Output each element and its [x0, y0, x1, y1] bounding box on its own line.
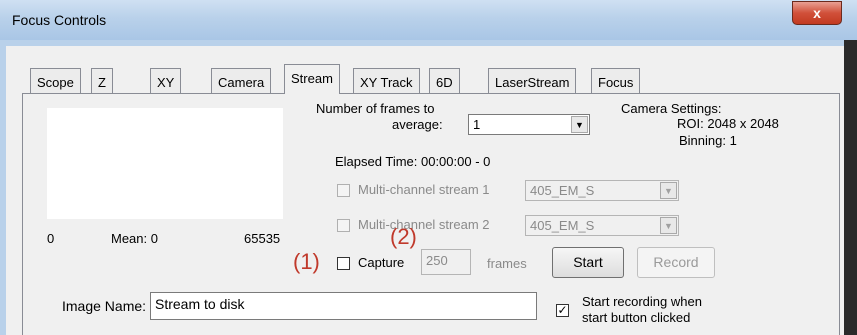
frames-average-value: 1 [473, 117, 481, 132]
capture-frames-input[interactable]: 250 [421, 249, 471, 275]
histogram-max: 65535 [244, 231, 281, 246]
tab-label: LaserStream [495, 75, 570, 90]
tab-label: Focus [598, 75, 634, 90]
annotation-1: (1) [293, 249, 320, 274]
start-button[interactable]: Start [552, 247, 624, 278]
record-button[interactable]: Record [637, 247, 715, 278]
histogram-mean: Mean: 0 [111, 231, 158, 246]
start-recording-line2: start button clicked [582, 310, 691, 325]
camera-binning: Binning: 1 [679, 133, 737, 148]
chevron-down-icon[interactable]: ▼ [660, 217, 677, 234]
chevron-down-icon[interactable]: ▼ [571, 116, 588, 133]
tab-label: Camera [218, 75, 265, 90]
tab-scope[interactable]: Scope [30, 68, 81, 94]
tab-label: XY [157, 75, 175, 90]
tab-label: XY Track [360, 75, 413, 90]
window-title: Focus Controls [12, 12, 107, 28]
tab-laserstream[interactable]: LaserStream [488, 68, 577, 94]
tab-label: Stream [291, 71, 333, 86]
close-button[interactable]: x [792, 1, 842, 25]
title-bar[interactable]: Focus Controls x [0, 0, 857, 41]
multi-channel-2-value: 405_EM_S [530, 218, 595, 233]
window-edge [844, 40, 857, 335]
multi-channel-2-checkbox[interactable] [337, 219, 350, 232]
multi-channel-1-select[interactable]: 405_EM_S ▼ [525, 180, 679, 201]
tab-label: Scope [37, 75, 74, 90]
tab-focus[interactable]: Focus [591, 68, 641, 94]
multi-channel-1-value: 405_EM_S [530, 183, 595, 198]
chevron-down-icon[interactable]: ▼ [660, 182, 677, 199]
tab-xy[interactable]: XY [150, 68, 182, 94]
camera-roi: ROI: 2048 x 2048 [677, 116, 779, 131]
annotation-2: (2) [390, 224, 417, 249]
focus-controls-window: Focus Controls x Scope Z XY Camera Strea… [0, 0, 857, 335]
start-recording-line1: Start recording when [582, 294, 702, 309]
multi-channel-1-label: Multi-channel stream 1 [358, 182, 490, 197]
capture-checkbox[interactable] [337, 257, 350, 270]
camera-settings-title: Camera Settings: [621, 101, 722, 116]
multi-channel-1-checkbox[interactable] [337, 184, 350, 197]
tab-camera[interactable]: Camera [211, 68, 272, 94]
multi-channel-2-label: Multi-channel stream 2 [358, 217, 490, 232]
tab-z[interactable]: Z [91, 68, 113, 94]
tab-6d[interactable]: 6D [429, 68, 460, 94]
image-name-label: Image Name: [62, 298, 147, 314]
multi-channel-2-select[interactable]: 405_EM_S ▼ [525, 215, 679, 236]
capture-label: Capture [358, 255, 405, 270]
tab-xy-track[interactable]: XY Track [353, 68, 420, 94]
start-recording-checkbox[interactable]: ✓ [556, 304, 569, 317]
frames-average-select[interactable]: 1 ▼ [468, 114, 590, 135]
image-name-input[interactable]: Stream to disk [150, 292, 537, 320]
tab-stream[interactable]: Stream [284, 64, 340, 94]
tab-label: Z [98, 75, 106, 90]
histogram-min: 0 [47, 231, 55, 246]
capture-frames-unit: frames [487, 256, 527, 271]
image-preview [47, 108, 283, 219]
frames-label-line2: average: [392, 117, 443, 132]
frames-label-line1: Number of frames to [316, 101, 435, 116]
elapsed-time: Elapsed Time: 00:00:00 - 0 [335, 154, 491, 169]
tab-label: 6D [436, 75, 453, 90]
